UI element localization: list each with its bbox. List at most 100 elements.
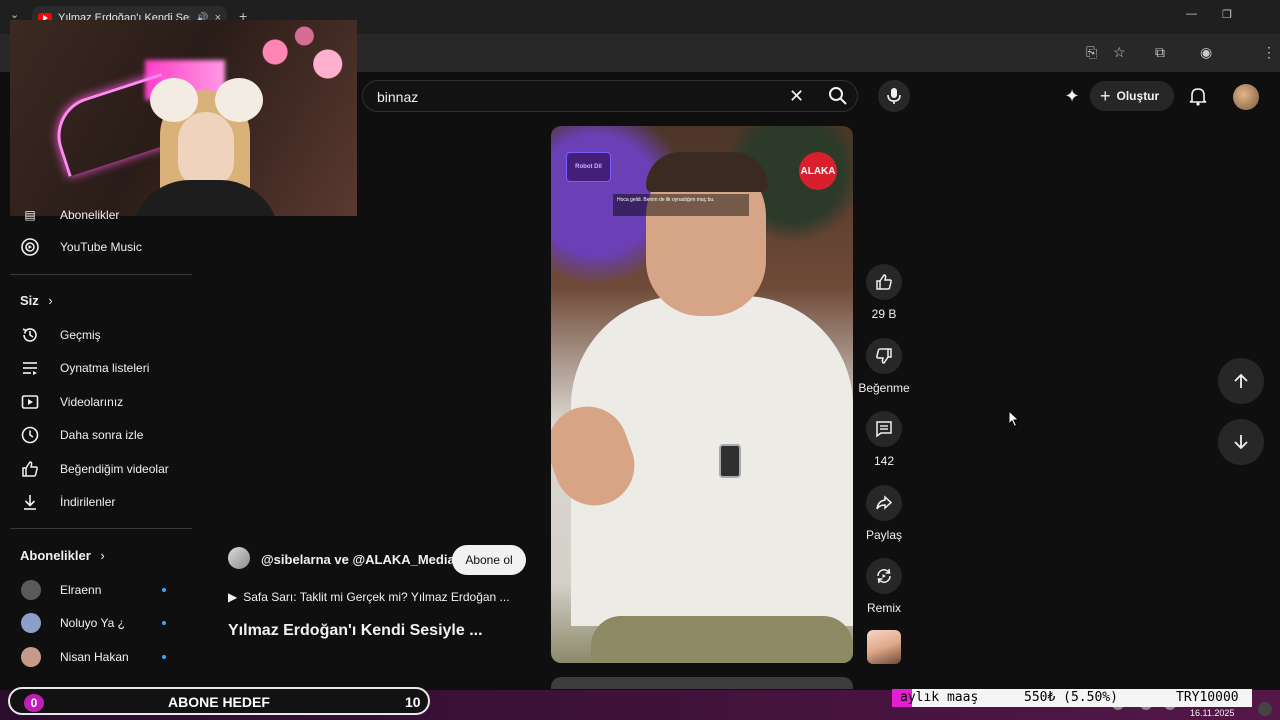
comment-count: 142	[873, 454, 895, 468]
account-avatar[interactable]	[1233, 84, 1259, 110]
subscriptions-icon: ▤	[24, 208, 36, 222]
previous-short-button[interactable]	[1218, 358, 1264, 404]
dislike-button[interactable]	[866, 338, 902, 374]
sidebar-subscriptions-header[interactable]: Abonelikler ›	[20, 548, 105, 563]
webcam-overlay	[10, 20, 357, 216]
subscription-name: Elraenn	[60, 583, 102, 597]
like-count: 29 B	[871, 307, 897, 321]
comment-icon	[876, 421, 892, 438]
goal-current: 0	[24, 694, 44, 712]
streamer-face	[178, 112, 234, 188]
chrome-menu-icon[interactable]: ⋮	[1262, 44, 1276, 61]
next-short-button[interactable]	[1218, 419, 1264, 465]
short-video-player[interactable]: Robot Dil ALAKA Hoca geldi. Benim de ilk…	[551, 126, 853, 663]
bookmark-star-icon[interactable]: ☆	[1113, 44, 1126, 61]
sidebar-subscription[interactable]: Nisan Hakan	[0, 642, 200, 672]
sidebar-item-history[interactable]: Geçmiş	[0, 320, 200, 350]
subscriber-goal-overlay: 0 ABONE HEDEF 10	[8, 687, 430, 715]
show-logo-text: Robot Dil	[575, 164, 602, 170]
sidebar-item-youtube-music[interactable]: YouTube Music	[0, 232, 200, 262]
studio-icon: ✦	[1064, 85, 1080, 106]
downloads-icon	[20, 492, 40, 512]
your-videos-icon	[20, 392, 40, 412]
sidebar-subscription[interactable]: Elraenn	[0, 575, 200, 605]
sidebar-item-watch-later[interactable]: Daha sonra izle	[0, 420, 200, 450]
goal-label: ABONE HEDEF	[168, 694, 270, 710]
sidebar-section-title: Abonelikler	[20, 548, 91, 563]
sidebar-item-subscriptions[interactable]: ▤ Abonelikler	[0, 200, 200, 230]
channel-avatar	[21, 647, 41, 667]
create-button[interactable]: + Oluştur	[1090, 81, 1174, 111]
sidebar-item-label: Geçmiş	[60, 328, 101, 342]
liked-videos-icon	[20, 459, 40, 479]
extensions-icon[interactable]: ⧉	[1155, 44, 1165, 61]
minimize-icon[interactable]: —	[1186, 8, 1197, 20]
sidebar-item-label: Oynatma listeleri	[60, 361, 150, 375]
remix-label: Remix	[866, 601, 901, 615]
share-button[interactable]	[866, 485, 902, 521]
sidebar-item-downloads[interactable]: İndirilenler	[0, 487, 200, 517]
video-title[interactable]: Yılmaz Erdoğan'ı Kendi Sesiyle ...	[228, 622, 483, 640]
maximize-icon[interactable]: ❐	[1222, 8, 1232, 21]
sound-link[interactable]: ▶ Safa Sarı: Taklit mi Gerçek mi? Yılmaz …	[228, 590, 510, 604]
salary-target: TRY10000	[1176, 690, 1239, 705]
comments-button[interactable]	[866, 411, 902, 447]
chevron-right-icon: ›	[100, 548, 105, 563]
video-subtitle-text: Hoca geldi. Benim de ilk oynadığım maç b…	[617, 197, 715, 203]
system-date: 16.11.2025	[1190, 708, 1235, 718]
plus-icon: +	[1100, 85, 1111, 106]
video-lapel-mic	[719, 444, 741, 478]
arrow-down-icon	[1234, 435, 1248, 450]
subscribe-button[interactable]: Abone ol	[452, 545, 526, 575]
video-subtitle: Hoca geldi. Benim de ilk oynadığım maç b…	[613, 194, 749, 216]
sidebar-item-liked-videos[interactable]: Beğendiğim videolar	[0, 454, 200, 484]
notifications-button[interactable]	[1182, 80, 1214, 112]
video-person-pants	[591, 616, 853, 663]
studio-button[interactable]: ✦	[1056, 80, 1088, 112]
voice-search-button[interactable]	[878, 80, 910, 112]
chevron-right-icon: ›	[48, 293, 53, 308]
remix-button[interactable]	[866, 558, 902, 594]
sidebar-item-your-videos[interactable]: Videolarınız	[0, 387, 200, 417]
salary-value: 550₺ (5.50%)	[1024, 690, 1118, 705]
create-label: Oluştur	[1116, 89, 1160, 103]
mouse-cursor-icon	[1008, 410, 1020, 428]
install-app-icon[interactable]: ⎘	[1086, 44, 1097, 61]
youtube-music-icon	[20, 237, 40, 257]
sidebar-subscription[interactable]: Noluyo Ya ¿	[0, 608, 200, 638]
remix-icon	[877, 568, 891, 584]
goal-target: 10	[405, 694, 421, 710]
alaka-logo: ALAKA	[799, 152, 837, 190]
sidebar-item-playlists[interactable]: Oynatma listeleri	[0, 353, 200, 383]
new-content-dot	[162, 655, 166, 659]
channel-avatar	[21, 580, 41, 600]
profile-icon[interactable]: ◉	[1200, 44, 1212, 61]
next-short-preview[interactable]	[551, 677, 853, 689]
video-person-hair	[646, 152, 768, 192]
clear-search-icon[interactable]: ✕	[789, 86, 804, 107]
dislike-label: Beğenme	[858, 381, 910, 395]
microphone-icon	[887, 88, 901, 104]
search-box: ✕	[362, 80, 858, 112]
share-label: Paylaş	[865, 528, 903, 542]
sidebar-item-label: Abonelikler	[60, 208, 120, 222]
thumbs-down-icon	[876, 348, 892, 364]
sound-thumbnail[interactable]	[867, 630, 901, 664]
history-icon	[20, 325, 40, 345]
notification-center-icon[interactable]	[1258, 702, 1272, 716]
alaka-logo-text: ALAKA	[800, 165, 836, 177]
streamer-headband-right	[215, 78, 263, 122]
search-icon[interactable]	[828, 86, 848, 111]
channel-avatar[interactable]	[228, 547, 250, 569]
sidebar-item-label: Videolarınız	[60, 395, 124, 409]
like-button[interactable]	[866, 264, 902, 300]
subscription-name: Nisan Hakan	[60, 650, 129, 664]
channel-avatar	[21, 613, 41, 633]
search-input[interactable]	[377, 87, 777, 107]
sidebar-you-header[interactable]: Siz ›	[20, 293, 53, 308]
sidebar-item-label: Daha sonra izle	[60, 428, 144, 442]
channel-names[interactable]: @sibelarna ve @ALAKA_Media	[261, 552, 455, 567]
subscription-name: Noluyo Ya ¿	[60, 616, 125, 630]
salary-goal-overlay: aylık maaş 550₺ (5.50%) TRY10000	[892, 689, 1252, 707]
new-content-dot	[162, 621, 166, 625]
